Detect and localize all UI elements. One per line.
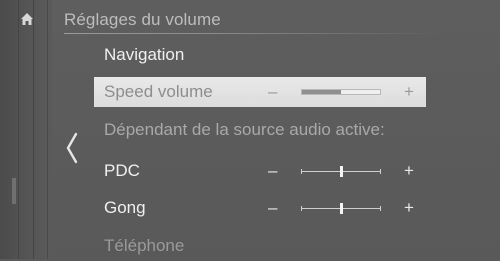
section-label-audio-source: Dépendant de la source audio active:: [94, 115, 454, 145]
menu-item-pdc[interactable]: PDC – +: [94, 156, 426, 186]
title-divider: [64, 33, 444, 34]
left-rail: [0, 0, 52, 259]
menu-item-label: Navigation: [104, 45, 185, 64]
slider-fill: [302, 90, 341, 94]
menu-item-label: Gong: [104, 198, 146, 217]
increase-button[interactable]: +: [404, 82, 414, 102]
rail-divider: [18, 0, 19, 259]
slider-handle[interactable]: [340, 166, 343, 177]
menu-item-gong[interactable]: Gong – +: [94, 193, 426, 223]
gong-volume-slider[interactable]: [301, 203, 381, 214]
menu-item-navigation[interactable]: Navigation: [94, 40, 426, 70]
chevron-left-icon[interactable]: [62, 128, 82, 168]
decrease-button[interactable]: –: [268, 161, 277, 181]
decrease-button[interactable]: –: [268, 198, 277, 218]
menu-item-telephone[interactable]: Téléphone: [94, 231, 426, 261]
pdc-volume-slider[interactable]: [301, 166, 381, 177]
menu-item-label: PDC: [104, 161, 140, 180]
speed-volume-slider[interactable]: [301, 89, 381, 95]
rail-divider: [33, 0, 34, 259]
menu-item-speed-volume[interactable]: Speed volume – +: [94, 77, 426, 107]
increase-button[interactable]: +: [404, 198, 414, 218]
slider-handle[interactable]: [340, 203, 343, 214]
increase-button[interactable]: +: [404, 161, 414, 181]
home-icon[interactable]: [20, 12, 34, 26]
rail-scroll-indicator: [12, 178, 16, 204]
menu-item-label: Speed volume: [104, 82, 213, 101]
section-label: Dépendant de la source audio active:: [104, 120, 385, 139]
page-title: Réglages du volume: [64, 10, 221, 29]
rail-divider: [47, 0, 48, 259]
menu-item-label: Téléphone: [104, 236, 185, 255]
decrease-button[interactable]: –: [268, 82, 277, 102]
volume-settings-screen: Réglages du volume Navigation Speed volu…: [0, 0, 500, 259]
